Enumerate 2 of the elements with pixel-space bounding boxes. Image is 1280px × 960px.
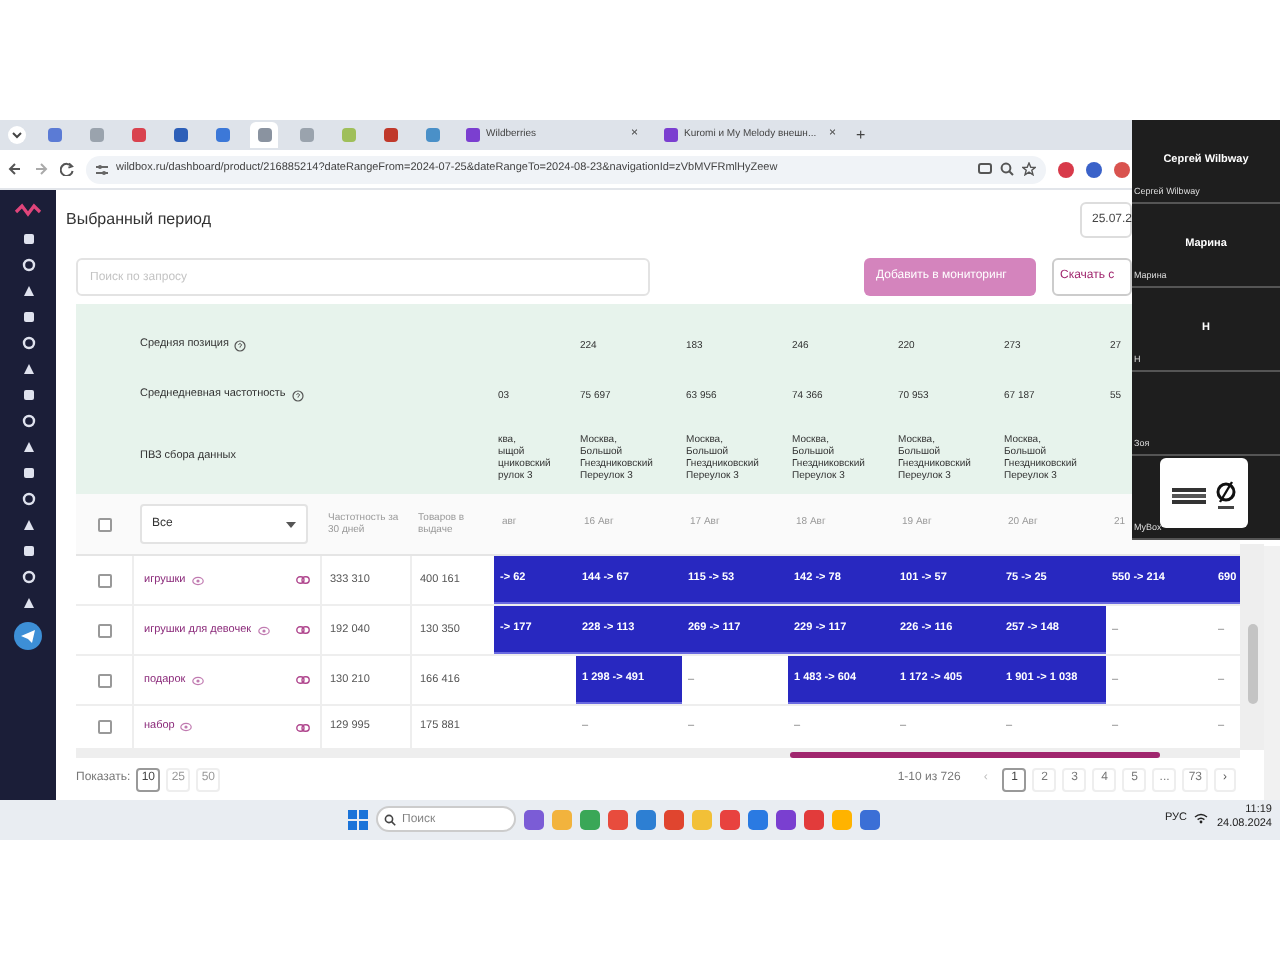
page-title: Выбранный период [66, 208, 211, 232]
new-tab-icon[interactable]: + [856, 123, 866, 147]
